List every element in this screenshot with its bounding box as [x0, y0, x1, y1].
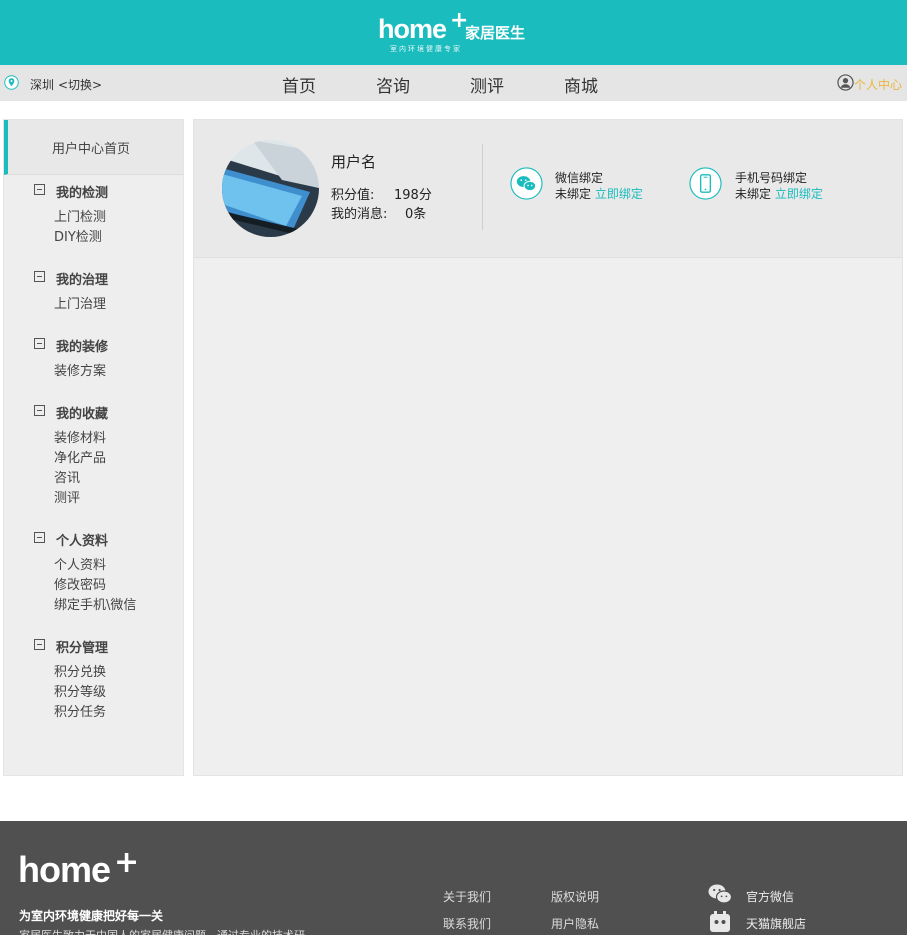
messages-label: 我的消息: [331, 207, 388, 222]
main-nav-bar: 深圳 <切换> 首页 咨询 测评 商城 个人中心 [0, 65, 907, 101]
sidebar-item-decoration-plan[interactable]: 装修方案 [54, 360, 106, 379]
points-label: 积分值: [331, 188, 375, 203]
site-logo[interactable]: home + 家居医生 室内环境健康专家 [378, 8, 538, 56]
sidebar-group-title: 我的装修 [56, 340, 109, 355]
sidebar-group-title: 积分管理 [56, 641, 109, 656]
sidebar-item-points-level[interactable]: 积分等级 [54, 681, 106, 700]
footer-link-privacy[interactable]: 用户隐私 [551, 915, 599, 932]
footer-tagline: 为室内环境健康把好每一关 [19, 909, 164, 923]
sidebar-item-reviews[interactable]: 测评 [54, 487, 80, 506]
wechat-bind-title: 微信绑定 [555, 171, 604, 185]
nav-consult[interactable]: 咨询 [376, 72, 410, 97]
collapse-minus-icon [34, 405, 45, 416]
wechat-bind-status: 未绑定 立即绑定 [555, 185, 643, 202]
user-sidebar: 用户中心首页 我的检测 上门检测 DIY检测 我的治理 上门治理 我的装修 装修… [3, 119, 184, 776]
sidebar-item-news[interactable]: 咨讯 [54, 467, 80, 486]
user-avatar[interactable] [222, 140, 319, 237]
logo-home-text: home [378, 14, 447, 44]
sidebar-group-title: 我的检测 [56, 186, 109, 201]
footer-link-about[interactable]: 关于我们 [443, 888, 491, 905]
wechat-icon [708, 884, 732, 904]
collapse-minus-icon [34, 338, 45, 349]
phone-bind-now-link[interactable]: 立即绑定 [775, 187, 823, 201]
sidebar-group-title: 个人资料 [56, 534, 109, 549]
main-content-panel: 用户名 积分值: 198分 我的消息: 0条 微信绑定 未绑定 立即绑定 手机号… [193, 119, 903, 776]
laptop-photo-icon [222, 140, 319, 237]
collapse-minus-icon [34, 271, 45, 282]
sidebar-user-home-label: 用户中心首页 [52, 142, 131, 157]
username: 用户名 [331, 153, 377, 171]
wechat-icon [510, 167, 543, 200]
mobile-phone-icon [689, 167, 722, 200]
footer-link-contact[interactable]: 联系我们 [443, 915, 491, 932]
collapse-minus-icon [34, 639, 45, 650]
user-center-link[interactable]: 个人中心 [854, 76, 902, 93]
sidebar-item-change-password[interactable]: 修改密码 [54, 574, 106, 593]
top-header: home + 家居医生 室内环境健康专家 [0, 0, 907, 65]
current-city: 深圳 [30, 78, 55, 92]
sidebar-item-onsite-treatment[interactable]: 上门治理 [54, 293, 106, 312]
sidebar-user-home[interactable]: 用户中心首页 [4, 120, 183, 175]
wechat-bind-state: 未绑定 [555, 187, 592, 201]
collapse-minus-icon [34, 532, 45, 543]
nav-mall[interactable]: 商城 [564, 72, 598, 97]
phone-bind-status: 未绑定 立即绑定 [735, 185, 823, 202]
messages-value[interactable]: 0条 [405, 203, 426, 222]
sidebar-group-title: 我的治理 [56, 273, 109, 288]
footer-link-copyright[interactable]: 版权说明 [551, 888, 599, 905]
tmall-icon [710, 911, 730, 932]
nav-home[interactable]: 首页 [282, 72, 316, 97]
city-switch-link[interactable]: <切换> [58, 76, 102, 93]
logo-chinese-name: 家居医生 [465, 24, 526, 42]
sidebar-item-materials[interactable]: 装修材料 [54, 427, 106, 446]
sidebar-item-points-exchange[interactable]: 积分兑换 [54, 661, 106, 680]
sidebar-item-onsite-inspection[interactable]: 上门检测 [54, 206, 106, 225]
sidebar-item-points-tasks[interactable]: 积分任务 [54, 701, 106, 720]
location-pin-icon [4, 75, 19, 90]
collapse-minus-icon [34, 184, 45, 195]
sidebar-item-purifiers[interactable]: 净化产品 [54, 447, 106, 466]
points-value: 198分 [394, 188, 432, 203]
wechat-bind-now-link[interactable]: 立即绑定 [595, 187, 643, 201]
user-avatar-icon[interactable] [837, 74, 854, 91]
sidebar-group-title: 我的收藏 [56, 407, 109, 422]
sidebar-item-bind-phone-wechat[interactable]: 绑定手机\微信 [54, 594, 136, 613]
footer-logo-home: home [18, 849, 111, 890]
nav-review[interactable]: 测评 [470, 72, 504, 97]
footer-logo-plus: + [114, 845, 140, 880]
sidebar-item-personal-info[interactable]: 个人资料 [54, 554, 106, 573]
profile-card: 用户名 积分值: 198分 我的消息: 0条 微信绑定 未绑定 立即绑定 手机号… [194, 120, 902, 258]
footer-tmall-store[interactable]: 天猫旗舰店 [746, 915, 806, 932]
profile-divider [482, 144, 483, 230]
site-footer: home + 为室内环境健康把好每一关 家居医生致力于中国人的家居健康问题，通过… [0, 821, 907, 935]
sidebar-item-diy-inspection[interactable]: DIY检测 [54, 226, 102, 245]
phone-bind-title: 手机号码绑定 [735, 171, 808, 185]
footer-description: 家居医生致力于中国人的家居健康问题，通过专业的技术研 [19, 927, 305, 935]
phone-bind-state: 未绑定 [735, 187, 772, 201]
footer-official-wechat[interactable]: 官方微信 [746, 888, 794, 905]
logo-slogan: 室内环境健康专家 [390, 45, 462, 53]
